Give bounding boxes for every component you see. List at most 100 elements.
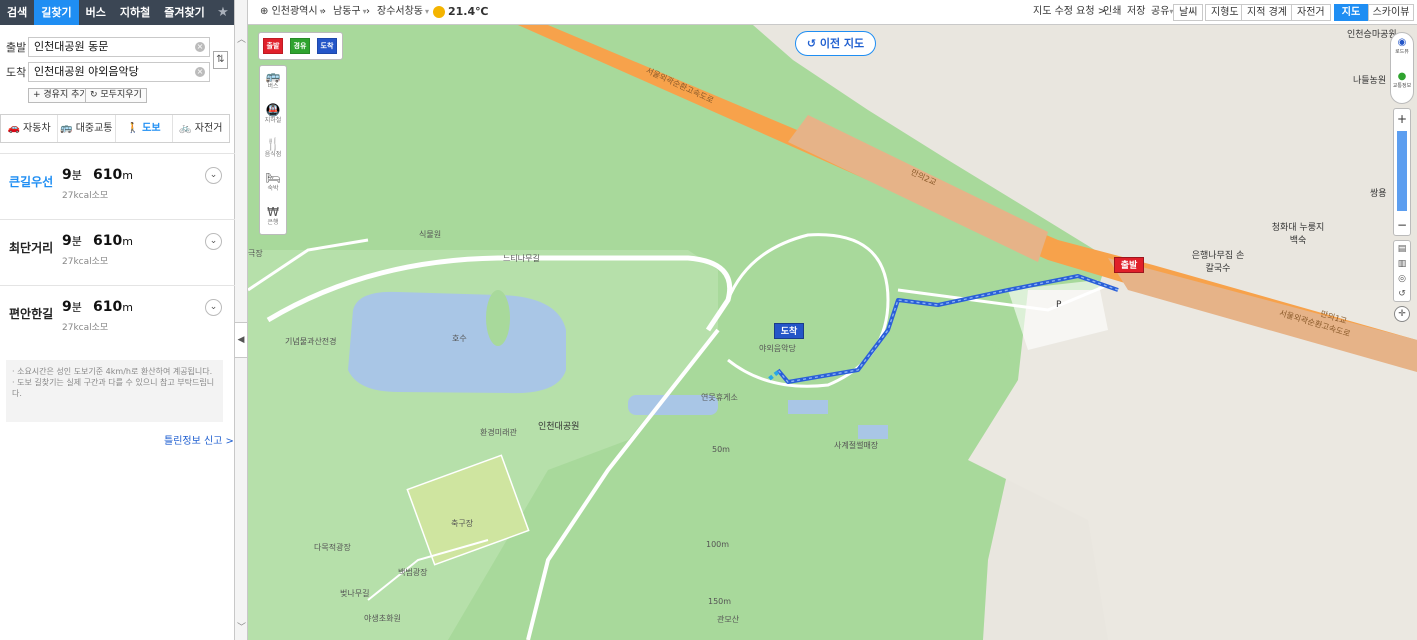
restaurant-icon: 🍴	[265, 137, 281, 151]
car-icon: 🚗	[7, 123, 21, 134]
chevron-down-icon[interactable]: ⌄	[205, 233, 222, 250]
route-option[interactable]: 큰길우선 9분 610m 27kcal소모 ⌄	[0, 155, 235, 221]
view-map-button[interactable]: 지도	[1334, 4, 1368, 21]
start-value: 인천대공원 동문	[34, 40, 109, 53]
tab-search[interactable]: 검색	[0, 0, 34, 25]
poi-label: 야외음악당	[759, 344, 796, 353]
area-icon[interactable]: ▥	[1394, 257, 1410, 272]
route-option[interactable]: 편안한길 9분 610m 27kcal소모 ⌄	[0, 287, 235, 353]
scroll-down-icon[interactable]: ﹀	[237, 624, 246, 633]
radius-icon[interactable]: ◎	[1394, 272, 1410, 287]
map-edit-request-link[interactable]: 지도 수정 요청 >	[1033, 0, 1106, 25]
route-distance: 610m	[93, 167, 133, 183]
pond	[788, 400, 828, 414]
compass-icon[interactable]: ✛	[1394, 306, 1410, 322]
poi-label: 기념물과산전경	[285, 337, 337, 346]
report-link[interactable]: 틀린정보 신고 >	[164, 432, 234, 447]
top-nav: 검색 길찾기 버스 지하철 즐겨찾기 ★	[0, 0, 234, 25]
reset-icon[interactable]: ↺	[1394, 287, 1410, 302]
clear-end-icon[interactable]: ×	[195, 67, 205, 77]
contour-label: 50m	[712, 445, 730, 454]
poi-label: 사계절썰매장	[834, 441, 879, 450]
zoom-in-button[interactable]: +	[1394, 111, 1410, 127]
garden-label: 식물원	[419, 230, 442, 239]
mode-bicycle-label: 자전거	[194, 123, 223, 134]
region-1-dropdown[interactable]: ⊕ 인천광역시 ▾	[260, 0, 324, 25]
panel-scrollbar[interactable]: ︿ ◀ ﹀	[235, 0, 248, 640]
poi-subway[interactable]: 🚇 지하철	[260, 100, 286, 134]
layer-weather[interactable]: 날씨	[1173, 4, 1204, 21]
clear-start-icon[interactable]: ×	[195, 42, 205, 52]
swap-icon[interactable]: ⇅	[213, 51, 228, 69]
poi-label: 쌍용	[1370, 189, 1387, 199]
star-icon[interactable]: ★	[212, 0, 234, 25]
contour-label: 150m	[708, 597, 732, 606]
start-label: 출발	[6, 41, 27, 54]
print-link[interactable]: 인쇄	[1103, 0, 1121, 25]
layer-terrain[interactable]: 지형도	[1205, 4, 1245, 21]
start-pin[interactable]: 출발	[1114, 257, 1144, 273]
chevron-down-icon[interactable]: ⌄	[205, 167, 222, 184]
bed-icon: 🛏	[265, 171, 281, 185]
layer-bicycle[interactable]: 자전거	[1291, 4, 1331, 21]
tab-bus[interactable]: 버스	[79, 0, 113, 25]
tab-subway[interactable]: 지하철	[113, 0, 157, 25]
walking-notice: · 소요시간은 성인 도보기준 4km/h로 환산하여 계공됩니다. · 도보 …	[6, 360, 223, 422]
end-flag-tool[interactable]: 도착	[317, 38, 337, 54]
poi-label: 야생초화원	[364, 614, 401, 623]
subway-icon: 🚇	[265, 103, 281, 117]
chevron-down-icon[interactable]: ⌄	[205, 299, 222, 316]
share-link[interactable]: 공유▾	[1151, 0, 1173, 25]
lake-label: 호수	[452, 334, 467, 343]
save-link[interactable]: 저장	[1127, 0, 1145, 25]
end-label: 도착	[6, 66, 27, 79]
tab-favorites[interactable]: 즐겨찾기	[157, 0, 211, 25]
previous-map-button[interactable]: ↺ 이전 지도	[795, 31, 876, 56]
start-input[interactable]: 인천대공원 동문 ×	[28, 37, 210, 57]
end-value: 인천대공원 야외음악당	[34, 65, 139, 78]
start-flag-tool[interactable]: 출발	[263, 38, 283, 54]
traffic-tool[interactable]: ● 교통정보	[1391, 71, 1413, 89]
mode-bicycle[interactable]: 🚲 자전거	[173, 115, 229, 142]
route-option[interactable]: 최단거리 9분 610m 27kcal소모 ⌄	[0, 221, 235, 287]
weather-info[interactable]: 21.4℃	[433, 0, 488, 25]
distance-icon[interactable]: ▤	[1394, 242, 1410, 257]
clear-all-button[interactable]: ↻ 모두지우기	[85, 88, 147, 103]
park-label: 인천대공원	[538, 422, 580, 432]
mode-walk[interactable]: 🚶 도보	[116, 115, 173, 142]
breadcrumb-sep: ›	[322, 6, 326, 17]
mode-car[interactable]: 🚗 자동차	[1, 115, 59, 142]
map-canvas[interactable]: 서울외곽순환고속도로 서울외곽순환고속도로 만의2교 만의1교 인천대공원 호수…	[248, 0, 1417, 640]
roadview-tool[interactable]: ◉ 로드뷰	[1391, 37, 1413, 55]
zoom-out-button[interactable]: −	[1394, 217, 1410, 233]
tab-directions[interactable]: 길찾기	[34, 0, 79, 25]
end-pin[interactable]: 도착	[774, 323, 804, 339]
collapse-panel-icon[interactable]: ◀	[235, 322, 248, 358]
add-waypoint-button[interactable]: + 경유지 추가	[28, 88, 93, 103]
end-input[interactable]: 인천대공원 야외음악당 ×	[28, 62, 210, 82]
map-utility-toolbar: ▤ ▥ ◎ ↺	[1393, 240, 1411, 302]
map-header: ⊕ 인천광역시 ▾ › 남동구 ▾ › 장수서창동 ▾ 21.4℃ 지도 수정 요청 …	[248, 0, 1417, 25]
waypoint-flag-tool[interactable]: 경유	[290, 38, 310, 54]
poi-bus[interactable]: 🚌 버스	[260, 66, 286, 100]
bus-icon: 🚌	[265, 69, 281, 83]
route-kcal: 27kcal소모	[62, 257, 109, 267]
transport-modes: 🚗 자동차 🚌 대중교통 🚶 도보 🚲 자전거	[0, 114, 230, 143]
poi-bank[interactable]: ₩ 은행	[260, 202, 286, 236]
mode-transit[interactable]: 🚌 대중교통	[58, 115, 116, 142]
scroll-up-icon[interactable]: ︿	[237, 36, 246, 45]
mode-transit-label: 대중교통	[75, 123, 113, 134]
poi-label: 연못휴게소	[701, 393, 738, 402]
poi-label: 극장	[248, 249, 263, 258]
layer-cadastral[interactable]: 지적 경계	[1241, 4, 1293, 21]
poi-label: 관모산	[717, 615, 740, 624]
poi-lodging[interactable]: 🛏 숙박	[260, 168, 286, 202]
region-2-dropdown[interactable]: 남동구 ▾	[333, 0, 367, 25]
zoom-slider[interactable]	[1397, 131, 1407, 211]
weather-icon	[433, 6, 445, 18]
poi-restaurant[interactable]: 🍴 음식점	[260, 134, 286, 168]
route-name: 편안한길	[9, 307, 54, 321]
poi-label: 나들농원	[1353, 76, 1387, 86]
view-skyview-button[interactable]: 스카이뷰	[1368, 4, 1414, 21]
region-3-dropdown[interactable]: 장수서창동 ▾	[377, 0, 429, 25]
